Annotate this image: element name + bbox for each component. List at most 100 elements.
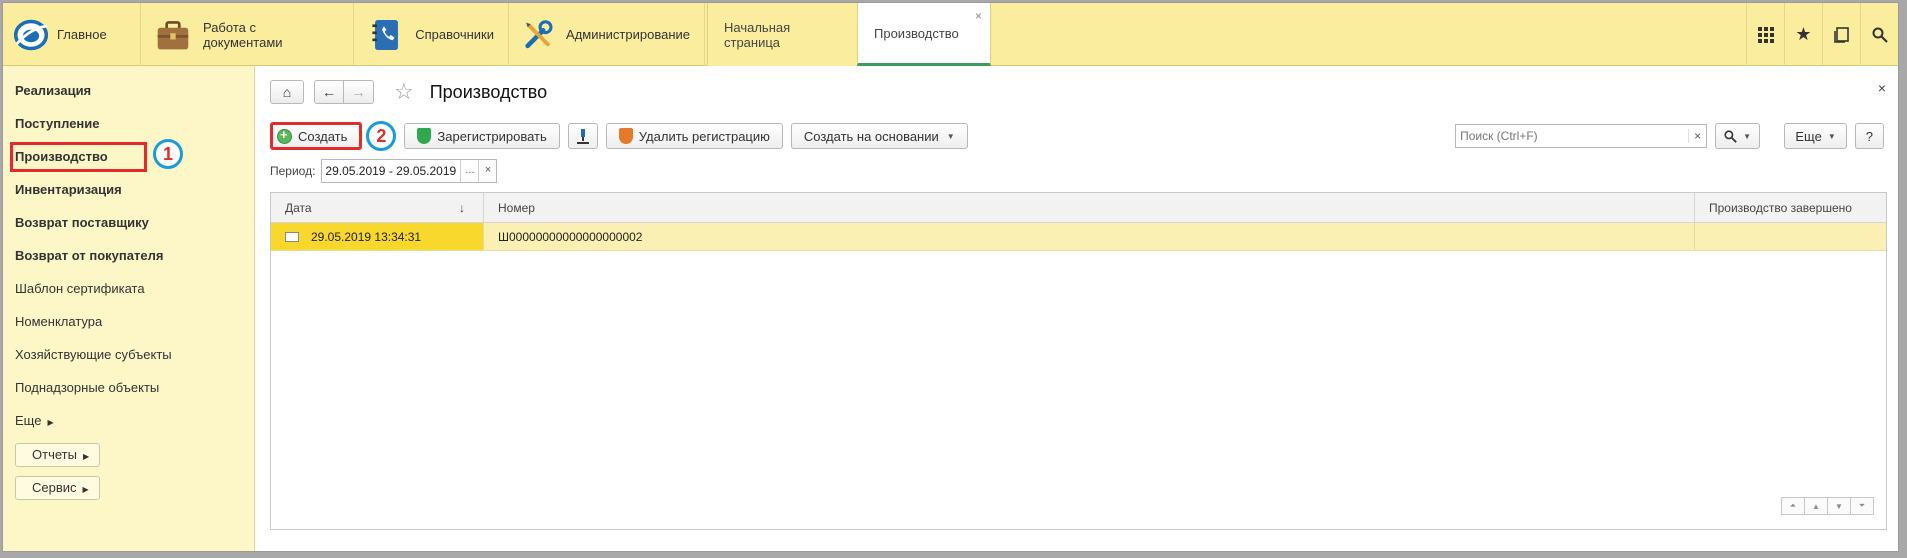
register-label: Зарегистрировать <box>437 128 547 144</box>
sidebar-item-business-entities[interactable]: Хозяйствующие субъекты <box>3 344 254 377</box>
chevron-down-icon: ▼ <box>946 131 955 141</box>
more-button[interactable]: Еще ▼ <box>1784 123 1847 149</box>
table-scroll-controls: ⏶ ▲ ▼ ⏷ <box>1781 497 1874 515</box>
reports-label: Отчеты <box>32 447 77 462</box>
home-button[interactable]: ⌂ <box>270 80 304 104</box>
forward-button[interactable]: → <box>344 80 374 104</box>
period-field[interactable]: 29.05.2019 - 29.05.2019 ... × <box>321 159 498 183</box>
tab-production[interactable]: Производство × <box>857 3 991 66</box>
caret-right-icon: ▶ <box>82 452 90 461</box>
briefcase-icon <box>157 20 189 49</box>
form-area: ⌂ ← → ☆ Производство × Создать 2 Зарегис… <box>256 66 1898 551</box>
sidebar-item-supervised-objects[interactable]: Поднадзорные объекты <box>3 377 254 410</box>
sections-panel: Главное Работа с документами Справочники <box>3 3 1898 66</box>
favorites-button[interactable]: ★ <box>1784 3 1822 66</box>
form-right-tools: Еще ▼ ? <box>1784 123 1884 149</box>
section-documents[interactable]: Работа с документами <box>141 3 354 66</box>
command-bar: Создать 2 Зарегистрировать Удалить регис… <box>270 121 968 151</box>
sidebar-item-return-from-customer[interactable]: Возврат от покупателя <box>3 245 254 278</box>
register-button[interactable]: Зарегистрировать <box>404 123 560 149</box>
cell-production-done[interactable] <box>1695 223 1886 250</box>
column-number-label: Номер <box>498 200 535 215</box>
table-header: Дата ↓ Номер Производство завершено <box>271 193 1886 223</box>
microscope-button[interactable] <box>567 123 598 149</box>
tab-start-page[interactable]: Начальная страница <box>707 3 857 66</box>
sidebar-more[interactable]: Еще ▶ <box>3 410 254 443</box>
search-options-button[interactable]: ▼ <box>1715 123 1760 149</box>
search-input[interactable] <box>1456 125 1689 147</box>
tools-icon <box>525 19 553 48</box>
table-row[interactable]: 29.05.2019 13:34:31 Ш0000000000000000000… <box>271 223 1886 251</box>
history-icon <box>1833 26 1849 43</box>
section-documents-label: Работа с документами <box>202 19 283 50</box>
scroll-first-icon[interactable]: ⏶ <box>1781 497 1805 515</box>
tab-start-page-label: Начальная страница <box>724 19 791 50</box>
section-references-label: Справочники <box>415 27 494 42</box>
shield-green-icon <box>417 128 432 144</box>
period-value[interactable]: 29.05.2019 - 29.05.2019 <box>322 164 460 178</box>
phonebook-icon <box>372 19 398 50</box>
service-label: Сервис <box>32 480 77 495</box>
global-search-button[interactable] <box>1860 3 1898 66</box>
period-clear-button[interactable]: × <box>478 160 496 182</box>
tab-production-label: Производство <box>874 25 959 41</box>
back-button[interactable]: ← <box>314 80 344 104</box>
period-row: Период: 29.05.2019 - 29.05.2019 ... × <box>270 159 498 183</box>
create-label: Создать <box>298 128 348 144</box>
star-icon: ★ <box>1795 24 1812 44</box>
app-window: Главное Работа с документами Справочники <box>2 2 1899 552</box>
sidebar-item-inventory[interactable]: Инвентаризация <box>3 179 254 212</box>
unregister-button[interactable]: Удалить регистрацию <box>605 123 783 149</box>
form-nav-row: ⌂ ← → ☆ Производство <box>270 79 547 105</box>
favorite-star-icon[interactable]: ☆ <box>394 79 414 105</box>
tab-close-icon[interactable]: × <box>975 9 982 23</box>
1c-logo-icon <box>13 19 49 50</box>
sidebar-item-production[interactable]: Производство 1 <box>3 139 254 179</box>
toolbar-right: ★ <box>1746 3 1898 66</box>
chevron-down-icon: ▼ <box>1827 131 1836 141</box>
section-references[interactable]: Справочники <box>354 3 509 66</box>
sidebar-item-certificate-template[interactable]: Шаблон сертификата <box>3 278 254 311</box>
search-field[interactable]: × <box>1455 124 1708 148</box>
sidebar-item-production-label: Производство <box>15 149 108 164</box>
sidebar-item-nomenclature[interactable]: Номенклатура <box>3 311 254 344</box>
column-date-label: Дата <box>285 200 312 215</box>
scroll-last-icon[interactable]: ⏷ <box>1850 497 1874 515</box>
search-icon <box>1724 129 1737 143</box>
cell-number[interactable]: Ш00000000000000000002 <box>484 223 1695 250</box>
search-icon <box>1872 27 1888 43</box>
page-title: Производство <box>429 81 548 102</box>
annotation-badge-2: 2 <box>366 121 397 151</box>
reports-button[interactable]: Отчеты ▶ <box>15 443 101 467</box>
sort-down-icon: ↓ <box>459 200 465 215</box>
cell-date[interactable]: 29.05.2019 13:34:31 <box>271 223 484 250</box>
scroll-down-icon[interactable]: ▼ <box>1827 497 1851 515</box>
unregister-label: Удалить регистрацию <box>638 128 770 144</box>
column-number[interactable]: Номер <box>484 193 1695 222</box>
period-select-button[interactable]: ... <box>460 160 478 182</box>
sidebar-item-sales[interactable]: Реализация <box>3 80 254 113</box>
caret-right-icon: ▶ <box>82 485 89 494</box>
service-button[interactable]: Сервис ▶ <box>15 476 100 500</box>
cell-number-value: Ш00000000000000000002 <box>498 229 643 244</box>
more-label: Еще <box>1795 128 1822 144</box>
column-date[interactable]: Дата ↓ <box>271 193 484 222</box>
section-administration-label: Администрирование <box>566 27 690 42</box>
form-close-icon[interactable]: × <box>1878 80 1886 96</box>
shield-orange-icon <box>618 128 633 144</box>
section-main-label: Главное <box>57 27 107 42</box>
sidebar-item-return-to-supplier[interactable]: Возврат поставщику <box>3 212 254 245</box>
apps-grid-button[interactable] <box>1746 3 1784 66</box>
section-administration[interactable]: Администрирование <box>509 3 705 66</box>
create-button[interactable]: Создать <box>270 122 363 150</box>
arrow-left-icon: ← <box>322 84 336 100</box>
arrow-right-icon: → <box>351 84 366 100</box>
history-button[interactable] <box>1822 3 1860 66</box>
help-button[interactable]: ? <box>1854 123 1884 149</box>
period-label: Период: <box>270 164 316 178</box>
column-production-done[interactable]: Производство завершено <box>1695 193 1886 222</box>
clear-search-icon[interactable]: × <box>1688 129 1706 143</box>
section-main[interactable]: Главное <box>3 3 141 66</box>
scroll-up-icon[interactable]: ▲ <box>1804 497 1828 515</box>
create-based-on-button[interactable]: Создать на основании ▼ <box>790 123 968 149</box>
